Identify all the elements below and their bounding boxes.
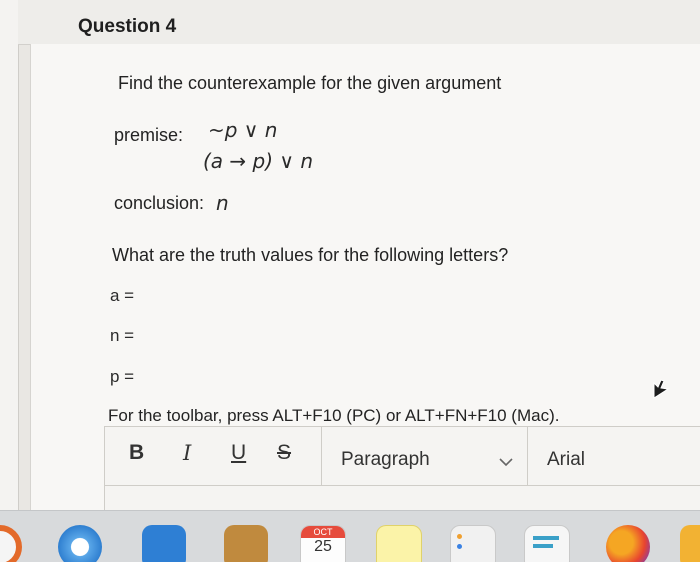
premise-2: (a → p) ∨ n <box>203 149 314 173</box>
underline-button[interactable]: U <box>231 441 246 465</box>
italic-button[interactable]: I <box>183 441 191 465</box>
safari-icon[interactable] <box>58 525 102 562</box>
toolbar-divider <box>321 427 322 485</box>
conclusion-label: conclusion: <box>114 193 205 213</box>
chrome-icon[interactable] <box>0 525 22 562</box>
answer-label-n: n = <box>110 326 135 345</box>
numbers-icon[interactable] <box>524 525 570 562</box>
question-prompt: Find the counterexample for the given ar… <box>118 73 502 93</box>
font-select[interactable]: Arial <box>547 449 585 471</box>
question-title: Question 4 <box>78 16 177 37</box>
notes-icon[interactable] <box>376 525 422 562</box>
calendar-month: OCT <box>301 526 345 538</box>
paragraph-select[interactable]: Paragraph <box>341 449 430 471</box>
strikethrough-button[interactable]: S <box>277 441 291 465</box>
calendar-icon[interactable]: OCT 25 <box>300 525 346 562</box>
answer-label-p: p = <box>110 367 135 386</box>
bold-button[interactable]: B <box>129 441 144 465</box>
chevron-down-icon[interactable] <box>499 457 513 467</box>
calendar-day: 25 <box>314 538 332 555</box>
reminders-icon[interactable] <box>450 525 496 562</box>
app-icon[interactable] <box>680 525 700 562</box>
preview-icon[interactable] <box>142 525 186 562</box>
left-panel-edge <box>0 0 19 510</box>
mouse-cursor-icon <box>653 379 670 399</box>
screen: Question 4 Find the counterexample for t… <box>0 0 700 562</box>
answer-editor[interactable]: B I U S Paragraph Arial <box>104 426 700 512</box>
conclusion-value: n <box>216 191 229 215</box>
contacts-icon[interactable] <box>224 525 268 562</box>
toolbar-divider <box>527 427 528 485</box>
editor-toolbar: B I U S Paragraph Arial <box>105 427 700 486</box>
photos-icon[interactable] <box>606 525 650 562</box>
answer-label-a: a = <box>110 286 135 305</box>
premise-label: premise: <box>114 125 184 145</box>
truth-values-prompt: What are the truth values for the follow… <box>112 245 509 265</box>
dock: OCT 25 <box>0 510 700 562</box>
premise-1: ~p ∨ n <box>208 118 278 142</box>
toolbar-hint: For the toolbar, press ALT+F10 (PC) or A… <box>108 406 560 425</box>
